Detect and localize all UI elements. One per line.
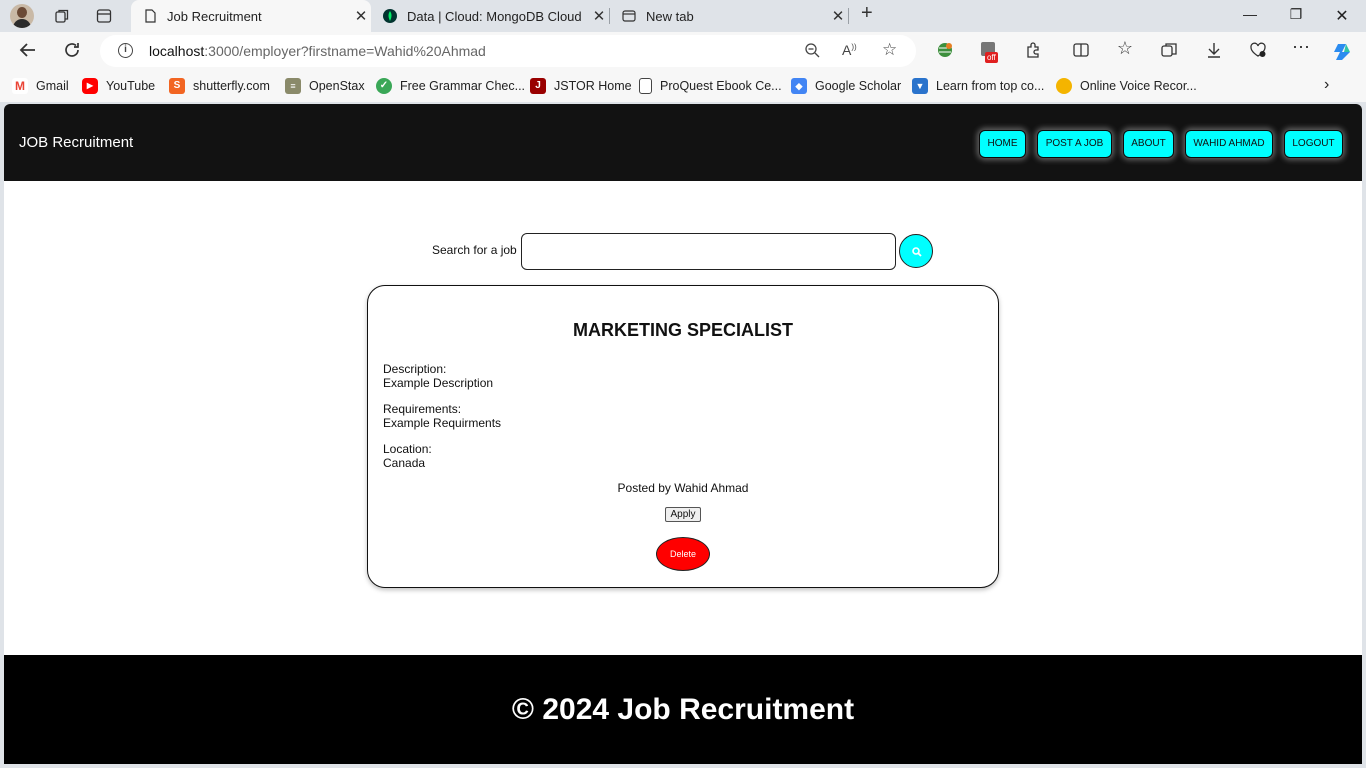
favorite-star-icon[interactable]: ☆ [882,40,897,60]
favorites-icon[interactable]: ☆ [1114,38,1136,59]
nav-logout-button[interactable]: LOGOUT [1284,130,1343,158]
location-label: Location: [383,442,432,456]
more-menu-icon[interactable]: ⋯ [1290,37,1312,58]
copilot-icon[interactable] [1332,41,1354,68]
site-brand[interactable]: JOB Recruitment [19,134,133,151]
openstax-icon: ≡ [285,78,301,94]
nav-user-profile-button[interactable]: WAHID AHMAD [1185,130,1273,158]
description-label: Description: [383,362,447,376]
read-aloud-icon[interactable]: A)) [842,42,857,58]
bookmark-gmail[interactable]: M Gmail [12,78,69,94]
zoom-out-icon[interactable] [804,42,820,62]
tab-mongodb[interactable]: Data | Cloud: MongoDB Cloud ✕ [371,0,609,32]
workspaces-icon[interactable] [54,8,70,28]
web-page: JOB Recruitment HOME POST A JOB ABOUT WA… [4,104,1362,764]
job-title: MARKETING SPECIALIST [572,320,793,340]
delete-button[interactable]: Delete [656,537,710,571]
bookmark-shutterfly[interactable]: Sshutterfly.com [169,78,270,94]
site-footer: © 2024 Job Recruitment [4,655,1362,764]
bookmarks-overflow-chevron-icon[interactable]: › [1324,76,1329,94]
search-input[interactable] [521,233,896,270]
job-card: MARKETING SPECIALIST Description: Exampl… [367,285,999,588]
apply-button[interactable]: Apply [665,507,701,522]
close-window-icon[interactable]: ✕ [1319,6,1365,26]
browser-essentials-heart-icon[interactable] [1247,41,1269,64]
tab-new-tab[interactable]: New tab ✕ [610,0,848,32]
bookmark-youtube[interactable]: ▶ YouTube [82,78,155,94]
tab-title: New tab [646,8,694,24]
tab-strip: Job Recruitment ✕ Data | Cloud: MongoDB … [0,0,1366,32]
page-icon [145,9,156,23]
tab-title: Data | Cloud: MongoDB Cloud [407,8,582,24]
bookmark-coursera[interactable]: ▼ Learn from top co... [912,78,1044,94]
description-value: Example Description [383,376,494,390]
bookmark-proquest[interactable]: ProQuest Ebook Ce... [639,78,782,94]
extension-globe-icon[interactable] [934,41,956,64]
youtube-icon: ▶ [82,78,98,94]
extensions-puzzle-icon[interactable] [1022,41,1044,64]
bookmark-openstax[interactable]: ≡ OpenStax [285,78,365,94]
search-label: Search for a job [432,243,517,257]
bookmarks-bar: M Gmail ▶ YouTube Sshutterfly.com ≡ OpenSta… [0,70,1366,102]
collections-icon[interactable] [1158,41,1180,64]
new-tab-button[interactable]: + [861,3,873,23]
new-tab-page-icon [622,10,636,22]
close-tab-icon[interactable]: ✕ [351,7,371,25]
vertical-tabs-icon[interactable] [96,8,112,28]
bookmark-voice-recorder[interactable]: Online Voice Recor... [1056,78,1197,94]
gmail-icon: M [12,78,28,94]
shutterfly-icon: S [169,78,185,94]
close-tab-icon[interactable]: ✕ [828,7,848,25]
address-bar[interactable]: i localhost:3000/employer?firstname=Wahi… [100,35,916,67]
refresh-icon[interactable] [62,40,82,65]
tab-job-recruitment[interactable]: Job Recruitment ✕ [131,0,371,32]
posted-by: Posted by Wahid Ahmad [617,481,749,495]
location-value: Canada [383,456,426,470]
bookmark-grammar[interactable]: ✓ Free Grammar Chec... [376,78,525,94]
coursera-icon: ▼ [912,78,928,94]
jstor-icon: J [530,78,546,94]
site-header: JOB Recruitment HOME POST A JOB ABOUT WA… [4,104,1362,181]
voice-recorder-icon [1056,78,1072,94]
requirements-value: Example Requirments [383,416,502,430]
split-screen-icon[interactable] [1070,41,1092,64]
mongodb-leaf-icon [383,9,397,23]
search-icon [912,247,922,257]
bookmark-google-scholar[interactable]: ◆ Google Scholar [791,78,901,94]
profile-avatar[interactable] [10,4,34,28]
nav-home-button[interactable]: HOME [979,130,1026,158]
back-icon[interactable] [18,40,38,65]
site-info-icon[interactable]: i [118,43,133,58]
tab-title: Job Recruitment [167,8,262,24]
footer-copyright: © 2024 Job Recruitment [511,693,855,726]
grammar-icon: ✓ [376,78,392,94]
nav-post-a-job-button[interactable]: POST A JOB [1037,130,1112,158]
restore-icon[interactable]: ❐ [1273,6,1319,23]
downloads-icon[interactable] [1203,41,1225,64]
nav-about-button[interactable]: ABOUT [1123,130,1174,158]
browser-toolbar: i localhost:3000/employer?firstname=Wahi… [0,32,1366,70]
requirements-label: Requirements: [383,402,462,416]
scholar-icon: ◆ [791,78,807,94]
bookmark-jstor[interactable]: J JSTOR Home [530,78,632,94]
minimize-icon[interactable]: — [1227,6,1273,22]
search-button[interactable] [899,234,933,268]
document-icon [639,78,652,94]
extension-off-badge: off [985,52,998,63]
address-url[interactable]: localhost:3000/employer?firstname=Wahid%… [149,43,486,59]
extension-off-icon[interactable]: off [981,42,1001,64]
close-tab-icon[interactable]: ✕ [589,7,609,25]
